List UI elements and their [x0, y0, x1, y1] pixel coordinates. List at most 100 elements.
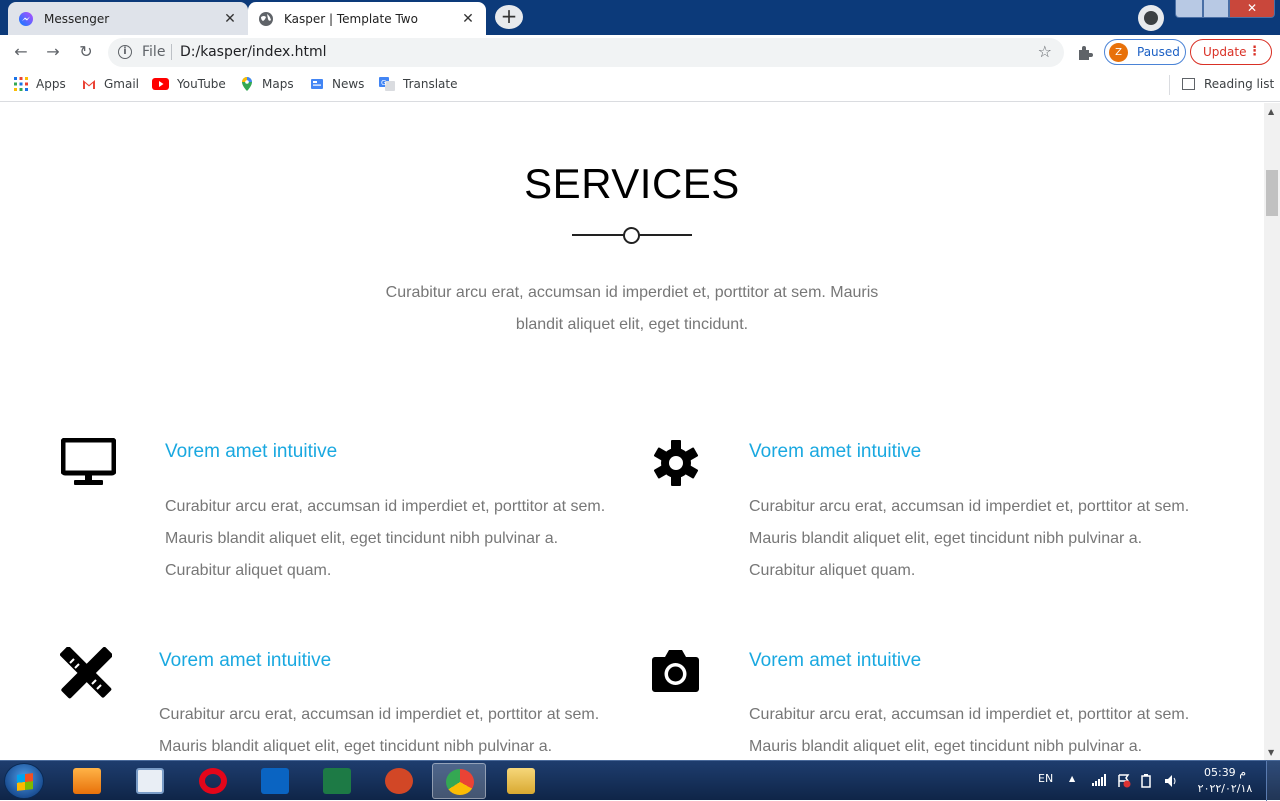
show-desktop-button[interactable]	[1266, 761, 1280, 801]
minimize-button[interactable]	[1175, 0, 1203, 18]
service-title: Vorem amet intuitive	[749, 441, 922, 462]
messenger-icon	[19, 11, 33, 26]
avatar: Z	[1109, 43, 1128, 62]
taskbar-app[interactable]	[248, 763, 302, 799]
apps-grid-icon	[14, 77, 28, 91]
bookmark-news[interactable]: News	[310, 77, 364, 91]
section-description: Curabitur arcu erat, accumsan id imperdi…	[385, 284, 879, 333]
menu-dots-icon: ⋮	[1248, 44, 1261, 59]
svg-text:G: G	[381, 79, 386, 87]
taskbar-app-active[interactable]	[432, 763, 486, 799]
language-indicator[interactable]: EN	[1038, 772, 1053, 785]
media-player-icon	[73, 768, 101, 794]
outlook-icon	[261, 768, 289, 794]
info-icon[interactable]: i	[118, 45, 132, 59]
start-button[interactable]	[4, 763, 44, 799]
pencil-ruler-icon	[60, 647, 112, 699]
clock-time: 05:39 م	[1203, 766, 1246, 779]
forward-arrow-icon[interactable]: →	[44, 43, 62, 61]
scrollbar-thumb[interactable]	[1266, 170, 1278, 216]
bookmark-maps[interactable]: Maps	[240, 77, 294, 91]
close-tab-icon[interactable]: ✕	[222, 11, 238, 27]
title-divider	[572, 227, 692, 244]
url-scheme: File	[142, 44, 166, 60]
profile-button[interactable]: Z Paused	[1104, 39, 1186, 65]
tab-title: Messenger	[44, 11, 110, 26]
taskbar-app[interactable]	[494, 763, 548, 799]
page-scrollbar[interactable]: ▲ ▼	[1264, 103, 1280, 760]
powerpoint-icon	[385, 768, 413, 794]
reading-list-label: Reading list	[1204, 77, 1275, 91]
globe-icon	[259, 11, 273, 26]
divider-circle	[623, 227, 640, 244]
desktop-monitor-icon	[61, 438, 116, 485]
page-viewport: SERVICES Curabitur arcu erat, accumsan i…	[0, 103, 1264, 760]
update-label: Update	[1203, 45, 1247, 59]
taskbar-app[interactable]	[310, 763, 364, 799]
taskbar-app[interactable]	[123, 763, 177, 799]
translate-icon: G	[379, 77, 395, 91]
bookmark-label: YouTube	[177, 77, 226, 91]
scroll-down-icon[interactable]: ▼	[1268, 748, 1274, 757]
taskbar-app[interactable]	[186, 763, 240, 799]
reading-list-icon	[1182, 78, 1195, 90]
power-icon[interactable]	[1140, 774, 1152, 788]
tab-title: Kasper | Template Two	[284, 11, 418, 26]
bookmark-label: Gmail	[104, 77, 140, 91]
taskbar-app[interactable]	[372, 763, 426, 799]
extensions-puzzle-icon[interactable]	[1076, 44, 1094, 62]
url-separator	[171, 44, 172, 60]
opera-icon	[199, 768, 227, 794]
bookmark-label: Maps	[262, 77, 294, 91]
tab-strip: Messenger ✕ Kasper | Template Two ✕ + ✕	[0, 0, 1280, 35]
news-icon	[311, 79, 323, 89]
bookmarks-bar: Apps Gmail YouTube Maps News G Translate	[0, 69, 1280, 102]
tab-kasper[interactable]: Kasper | Template Two ✕	[248, 2, 486, 35]
show-hidden-icons-icon[interactable]: ▲	[1069, 774, 1075, 783]
maximize-button[interactable]	[1203, 0, 1229, 18]
volume-icon[interactable]	[1164, 774, 1178, 788]
service-item: Vorem amet intuitive Curabitur arcu erat…	[640, 423, 1264, 593]
bookmark-label: News	[332, 77, 365, 91]
section-title: SERVICES	[524, 160, 740, 207]
service-item: Vorem amet intuitive Curabitur arcu erat…	[640, 633, 1264, 760]
bookmark-apps[interactable]: Apps	[14, 77, 66, 91]
back-arrow-icon[interactable]: ←	[12, 43, 30, 61]
news-reader-icon	[136, 768, 164, 794]
reload-icon[interactable]: ↻	[77, 43, 95, 61]
new-tab-button[interactable]: +	[495, 5, 523, 29]
network-signal-icon[interactable]	[1092, 774, 1106, 786]
file-explorer-icon	[507, 768, 535, 794]
youtube-icon	[152, 78, 169, 90]
service-text: Curabitur arcu erat, accumsan id imperdi…	[749, 498, 1190, 579]
tab-messenger[interactable]: Messenger ✕	[8, 2, 248, 35]
action-center-flag-icon[interactable]	[1117, 774, 1131, 788]
bookmark-gmail[interactable]: Gmail	[82, 77, 139, 91]
service-text: Curabitur arcu erat, accumsan id imperdi…	[165, 498, 606, 579]
address-bar[interactable]: i File D:/kasper/index.html ☆	[108, 38, 1064, 67]
close-tab-icon[interactable]: ✕	[460, 11, 476, 27]
bookmark-star-icon[interactable]: ☆	[1038, 42, 1052, 61]
update-button[interactable]: Update ⋮	[1190, 39, 1272, 65]
system-clock[interactable]: 05:39 م ٢٠٢٢/٠٢/١٨	[1190, 765, 1260, 797]
reading-list-button[interactable]: Reading list	[1182, 77, 1274, 91]
service-text: Curabitur arcu erat, accumsan id imperdi…	[749, 706, 1190, 755]
service-title: Vorem amet intuitive	[159, 650, 332, 671]
bookmark-youtube[interactable]: YouTube	[152, 77, 226, 91]
scroll-up-icon[interactable]: ▲	[1268, 107, 1274, 116]
bookmarks-divider	[1169, 75, 1170, 95]
bookmark-translate[interactable]: G Translate	[379, 77, 458, 91]
tab-search-button[interactable]	[1138, 5, 1164, 31]
service-item: Vorem amet intuitive Curabitur arcu erat…	[0, 423, 640, 593]
maps-pin-icon	[242, 77, 252, 91]
service-text: Curabitur arcu erat, accumsan id imperdi…	[159, 706, 600, 755]
windows-taskbar: EN ▲ 05:39 م ٢٠٢٢/٠٢/١٨	[0, 760, 1280, 801]
service-item: Vorem amet intuitive Curabitur arcu erat…	[0, 633, 640, 760]
chrome-icon	[446, 769, 474, 795]
taskbar-app[interactable]	[60, 763, 114, 799]
url-text[interactable]: D:/kasper/index.html	[180, 44, 327, 60]
close-window-button[interactable]: ✕	[1229, 0, 1275, 18]
excel-icon	[323, 768, 351, 794]
gear-icon	[653, 440, 699, 486]
service-title: Vorem amet intuitive	[165, 441, 338, 462]
